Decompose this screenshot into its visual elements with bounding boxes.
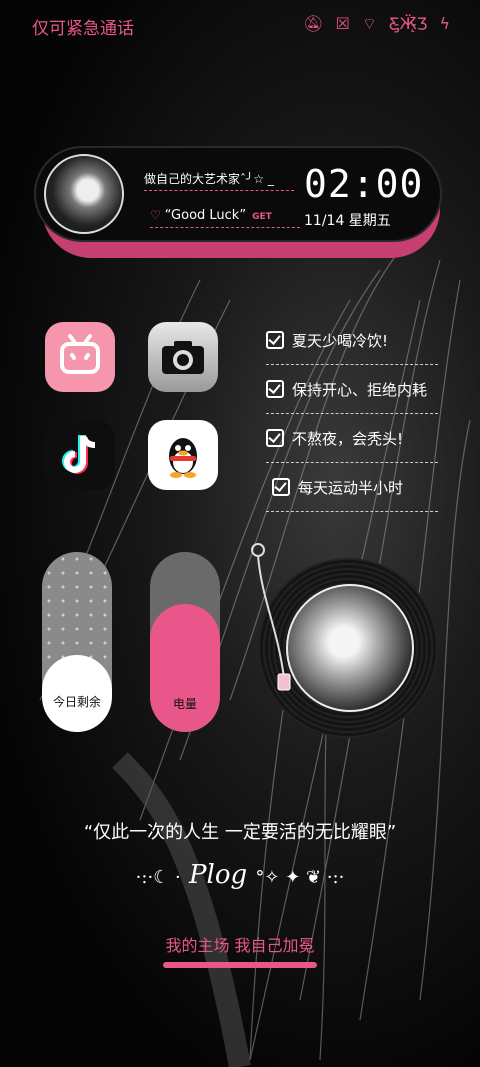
plog-text: Plog: [189, 860, 248, 890]
butterfly-icon: Ƹ̵̡Ӝ̵̨̄Ʒ: [388, 14, 428, 33]
luck-text: “Good Luck”: [164, 208, 247, 223]
plog-decoration: ·:·☾ · Plog °✧ ✦ ❦ ·:·: [0, 860, 480, 890]
todo-item[interactable]: 每天运动半小时: [266, 463, 438, 512]
avatar: [44, 154, 124, 234]
heart-icon: ♡: [150, 208, 161, 222]
checkbox-icon: [266, 380, 284, 398]
qq-penguin-icon: [169, 438, 197, 478]
today-remaining-gauge[interactable]: 今日剩余: [42, 552, 112, 732]
battery-label: 电量: [172, 697, 197, 711]
todo-item[interactable]: 保持开心、拒绝内耗: [266, 365, 438, 414]
widget-tagline: 做自己的大艺术家ˆ╯☆ _: [144, 170, 294, 191]
status-bar: 仅可紧急通话 🔕︎ ☒ ⌔ Ƹ̵̡Ӝ̵̨̄Ʒ ϟ: [0, 0, 480, 48]
status-icons: 🔕︎ ☒ ⌔ Ƹ̵̡Ӝ̵̨̄Ʒ ϟ: [303, 14, 450, 34]
carrier-label: 仅可紧急通话: [32, 19, 134, 39]
bilibili-app[interactable]: [45, 322, 115, 392]
camera-icon: [162, 341, 204, 374]
tonearm-icon: [251, 543, 291, 691]
clock-time: 02:00: [304, 162, 424, 206]
checkbox-icon: [272, 478, 290, 496]
tiktok-icon: [62, 434, 96, 474]
todo-text: 保持开心、拒绝内耗: [292, 380, 428, 399]
footer-tagline: 我的主场 我自己加冕: [165, 936, 315, 955]
plog-right-deco: °✧ ✦ ❦ ·:·: [255, 867, 345, 888]
sim-off-icon: ☒: [335, 14, 350, 33]
good-luck-line: ♡ “Good Luck” GET: [150, 208, 300, 228]
todo-text: 不熬夜，会秃头!: [292, 429, 404, 448]
today-remaining-label: 今日剩余: [52, 695, 101, 709]
todo-text: 夏天少喝冷饮!: [292, 331, 389, 350]
battery-gauge[interactable]: 电量: [150, 552, 220, 732]
tiktok-app[interactable]: [45, 420, 115, 490]
quote-text: “仅此一次的人生 一定要活的无比耀眼”: [83, 822, 397, 843]
plog-left-deco: ·:·☾ ·: [135, 867, 181, 888]
todo-widget[interactable]: 夏天少喝冷饮! 保持开心、拒绝内耗 不熬夜，会秃头! 每天运动半小时: [266, 316, 438, 512]
wifi-icon: ⌔: [361, 14, 377, 33]
todo-item[interactable]: 夏天少喝冷饮!: [266, 316, 438, 365]
camera-app[interactable]: [148, 322, 218, 392]
mute-icon: 🔕︎: [303, 14, 324, 33]
todo-item[interactable]: 不熬夜，会秃头!: [266, 414, 438, 463]
charging-icon: ϟ: [439, 14, 450, 33]
get-label: GET: [252, 212, 272, 222]
battery-fill: [150, 604, 220, 732]
profile-clock-widget[interactable]: 做自己的大艺术家ˆ╯☆ _ ♡ “Good Luck” GET 02:00 11/1…: [34, 146, 442, 258]
checkbox-icon: [266, 331, 284, 349]
checkbox-icon: [266, 429, 284, 447]
bilibili-icon: [60, 334, 100, 374]
home-indicator[interactable]: [163, 962, 317, 968]
qq-app[interactable]: [148, 420, 218, 490]
clock-date: 11/14 星期五: [304, 213, 391, 229]
todo-text: 每天运动半小时: [298, 478, 404, 497]
